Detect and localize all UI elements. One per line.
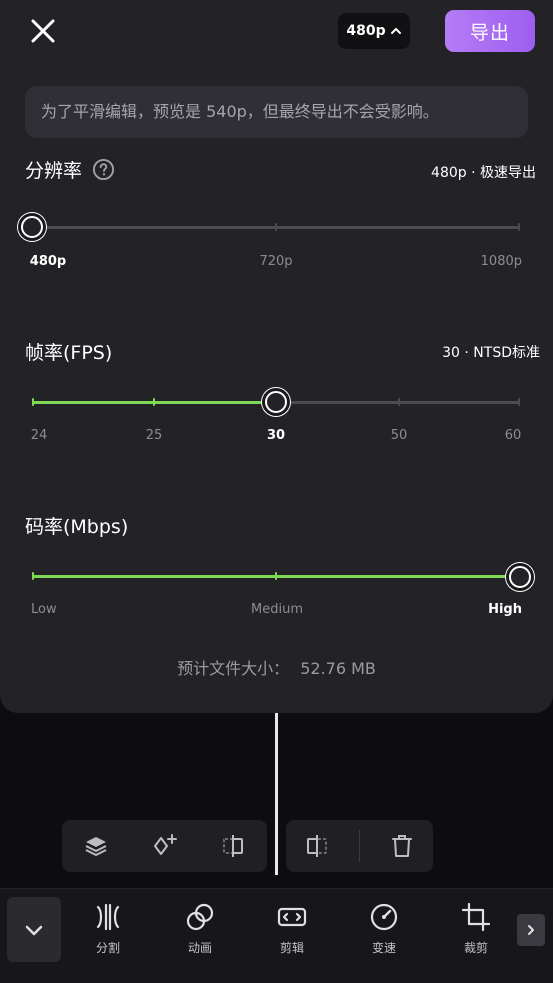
add-keyframe-button[interactable] [144,826,184,866]
delete-button[interactable] [382,826,422,866]
export-button[interactable]: 导出 [445,10,535,52]
animation-icon [186,903,214,931]
resolution-section-title: 分辨率 [25,156,115,183]
bitrate-label-low[interactable]: Low [31,602,57,617]
bitrate-label-medium[interactable]: Medium [251,602,303,617]
clip-tools-group-right [286,820,433,872]
resolution-dropdown[interactable]: 480p [338,13,410,49]
framerate-meta: 30 · NTSD标准 [442,345,540,361]
speed-icon [370,903,398,931]
timeline-playhead[interactable] [275,713,278,875]
resolution-label-480p[interactable]: 480p [30,254,66,269]
bitrate-tick-medium [275,572,277,580]
framerate-label-30[interactable]: 30 [267,428,285,443]
framerate-label-24[interactable]: 24 [31,428,48,443]
tool-trim[interactable]: 剪辑 [261,901,323,956]
layers-icon [85,837,107,856]
tool-speed-label: 变速 [371,941,396,955]
framerate-label-60[interactable]: 60 [505,428,522,443]
tool-trim-label: 剪辑 [279,941,304,955]
toolbar-scroll-right-button[interactable] [517,914,545,946]
bitrate-slider-knob[interactable] [506,563,534,591]
preview-notice: 为了平滑编辑，预览是 540p，但最终导出不会受影响。 [25,86,528,138]
layers-button[interactable] [76,826,116,866]
trash-icon [392,835,412,857]
help-icon[interactable] [92,158,115,181]
tool-animation-label: 动画 [187,941,212,955]
file-size-label: 预计文件大小： [177,659,290,678]
resolution-dropdown-label: 480p [346,23,386,39]
split-icon [96,903,120,931]
split-left-button[interactable] [213,826,253,866]
framerate-section-title: 帧率(FPS) [25,338,112,365]
close-icon[interactable] [26,14,60,48]
framerate-tick-25 [153,398,155,406]
bottom-toolbar: 分割 动画 剪辑 变速 裁剪 [0,888,553,983]
collapse-toolbar-button[interactable] [7,897,61,962]
framerate-tick-24 [32,398,34,406]
tool-split-label: 分割 [95,941,120,955]
crop-icon [461,902,491,932]
resolution-meta: 480p · 极速导出 [431,165,536,181]
tool-crop-label: 裁剪 [463,941,488,955]
chevron-right-icon [528,925,534,935]
framerate-tick-60 [518,398,520,406]
bitrate-section-title: 码率(Mbps) [25,512,128,539]
export-settings-panel: 480p 导出 为了平滑编辑，预览是 540p，但最终导出不会受影响。 分辨率 … [0,0,553,713]
tool-animation[interactable]: 动画 [169,901,231,956]
clip-tools-group-left [62,820,267,872]
tool-split[interactable]: 分割 [77,901,139,956]
estimated-file-size: 预计文件大小： 52.76 MB [0,655,553,679]
framerate-slider-knob[interactable] [262,388,290,416]
trim-icon [277,907,307,927]
framerate-tick-50 [398,398,400,406]
resolution-title: 分辨率 [25,160,83,182]
resolution-label-1080p[interactable]: 1080p [481,254,522,269]
split-right-icon [307,835,327,857]
framerate-label-25[interactable]: 25 [146,428,163,443]
resolution-tick-1080p [518,223,520,231]
chevron-down-icon [25,925,43,935]
bitrate-title: 码率(Mbps) [25,516,129,538]
keyframe-add-icon [154,834,178,855]
resolution-slider-knob[interactable] [18,213,46,241]
resolution-label-720p[interactable]: 720p [259,254,292,269]
resolution-tick-720p [275,223,277,231]
tool-crop[interactable]: 裁剪 [445,901,507,956]
bitrate-tick-low [32,572,34,580]
framerate-label-50[interactable]: 50 [391,428,408,443]
split-right-button[interactable] [297,826,337,866]
tool-speed[interactable]: 变速 [353,901,415,956]
split-left-icon [222,835,243,857]
tool-divider [359,830,360,862]
framerate-title: 帧率(FPS) [25,342,113,364]
file-size-value: 52.76 MB [300,659,376,678]
bitrate-label-high[interactable]: High [488,602,522,617]
chevron-up-icon [390,27,401,34]
